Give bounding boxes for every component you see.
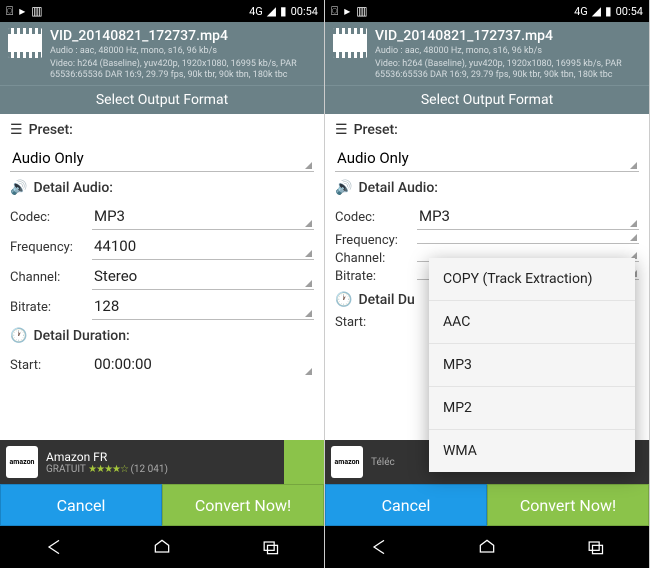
detail-duration-section: 🕐 Detail Duration: [0, 320, 324, 348]
speaker-icon: 🔊 [10, 180, 27, 196]
frequency-spinner[interactable] [417, 235, 639, 244]
film-icon [333, 28, 367, 58]
video-meta: Video: h264 (Baseline), yuv420p, 1920x10… [50, 59, 316, 81]
frequency-spinner[interactable]: 44100 [92, 233, 314, 260]
battery-icon: ▮ [605, 4, 612, 18]
screen-right: ⌼ ▸ ▥ 4G ◢ ▮ 00:54 VID_20140821_172737.m… [325, 0, 650, 568]
play-icon: ▸ [19, 4, 25, 18]
popup-option-mp3[interactable]: MP3 [429, 344, 635, 387]
clock: 00:54 [291, 5, 318, 18]
codec-spinner[interactable]: MP3 [92, 203, 314, 230]
popup-option-wma[interactable]: WMA [429, 430, 635, 472]
channel-label: Channel: [10, 270, 92, 285]
home-icon[interactable] [150, 537, 174, 557]
channel-spinner[interactable]: Stereo [92, 263, 314, 290]
popup-option-copy[interactable]: COPY (Track Extraction) [429, 258, 635, 301]
start-label: Start: [335, 315, 417, 330]
select-output-format-button[interactable]: Select Output Format [325, 85, 649, 114]
select-output-format-button[interactable]: Select Output Format [0, 85, 324, 114]
android-nav-bar [325, 526, 649, 568]
preset-spinner[interactable]: Audio Only [335, 145, 639, 172]
bitrate-spinner[interactable]: 128 [92, 293, 314, 320]
frequency-label: Frequency: [10, 240, 92, 255]
recent-icon[interactable] [583, 537, 607, 557]
play-icon: ▸ [344, 4, 350, 18]
cancel-button[interactable]: Cancel [0, 484, 162, 526]
back-icon[interactable] [367, 537, 391, 557]
download-icon [294, 452, 314, 472]
detail-audio-section: 🔊 Detail Audio: [325, 172, 649, 200]
audio-meta: Audio : aac, 48000 Hz, mono, s16, 96 kb/… [50, 46, 316, 57]
video-meta: Video: h264 (Baseline), yuv420p, 1920x10… [375, 59, 641, 81]
film-icon [8, 28, 42, 58]
codec-popup: COPY (Track Extraction) AAC MP3 MP2 WMA [429, 258, 635, 472]
list-icon: ☰ [335, 122, 348, 138]
network-label: 4G [574, 5, 588, 18]
audio-meta: Audio : aac, 48000 Hz, mono, s16, 96 kb/… [375, 46, 641, 57]
frequency-label: Frequency: [335, 233, 417, 248]
start-value[interactable]: 00:00:00 [92, 351, 314, 377]
voicemail-icon: ⌼ [6, 4, 13, 19]
clock-icon: 🕐 [335, 292, 352, 308]
ad-subtitle: GRATUIT [46, 464, 86, 475]
clock: 00:54 [616, 5, 643, 18]
filename: VID_20140821_172737.mp4 [50, 28, 316, 44]
recent-icon[interactable] [258, 537, 282, 557]
convert-button[interactable]: Convert Now! [162, 484, 324, 526]
download-button[interactable] [284, 440, 324, 484]
cancel-button[interactable]: Cancel [325, 484, 487, 526]
status-bar: ⌼ ▸ ▥ 4G ◢ ▮ 00:54 [0, 0, 324, 22]
signal-icon: ◢ [267, 4, 276, 18]
bars-icon: ▥ [31, 4, 42, 18]
codec-label: Codec: [335, 210, 417, 225]
file-header: VID_20140821_172737.mp4 Audio : aac, 480… [0, 22, 324, 85]
preset-section: ☰ Preset: [325, 114, 649, 142]
preset-spinner[interactable]: Audio Only [10, 145, 314, 172]
filename: VID_20140821_172737.mp4 [375, 28, 641, 44]
preset-section: ☰ Preset: [0, 114, 324, 142]
android-nav-bar [0, 526, 324, 568]
popup-option-aac[interactable]: AAC [429, 301, 635, 344]
detail-audio-section: 🔊 Detail Audio: [0, 172, 324, 200]
screen-left: ⌼ ▸ ▥ 4G ◢ ▮ 00:54 VID_20140821_172737.m… [0, 0, 325, 568]
ad-logo: amazon [6, 446, 38, 478]
ad-logo: amazon [331, 446, 363, 478]
status-bar: ⌼ ▸ ▥ 4G ◢ ▮ 00:54 [325, 0, 649, 22]
signal-icon: ◢ [592, 4, 601, 18]
ad-banner[interactable]: amazon Amazon FR GRATUIT ★★★★☆ (12 041) [0, 440, 324, 484]
back-icon[interactable] [42, 537, 66, 557]
network-label: 4G [249, 5, 263, 18]
voicemail-icon: ⌼ [331, 4, 338, 19]
star-rating-icon: ★★★★☆ [88, 464, 128, 475]
speaker-icon: 🔊 [335, 180, 352, 196]
convert-button[interactable]: Convert Now! [487, 484, 649, 526]
codec-label: Codec: [10, 210, 92, 225]
bitrate-label: Bitrate: [335, 269, 417, 284]
popup-option-mp2[interactable]: MP2 [429, 387, 635, 430]
list-icon: ☰ [10, 122, 23, 138]
channel-label: Channel: [335, 251, 417, 266]
bitrate-label: Bitrate: [10, 300, 92, 315]
ad-telecharger: Téléc [371, 457, 395, 468]
codec-spinner[interactable]: MP3 [417, 203, 639, 230]
ad-count: (12 041) [130, 464, 168, 475]
battery-icon: ▮ [280, 4, 287, 18]
bars-icon: ▥ [356, 4, 367, 18]
ad-title: Amazon FR [46, 450, 168, 464]
clock-icon: 🕐 [10, 328, 27, 344]
start-label: Start: [10, 358, 92, 373]
file-header: VID_20140821_172737.mp4 Audio : aac, 480… [325, 22, 649, 85]
home-icon[interactable] [475, 537, 499, 557]
